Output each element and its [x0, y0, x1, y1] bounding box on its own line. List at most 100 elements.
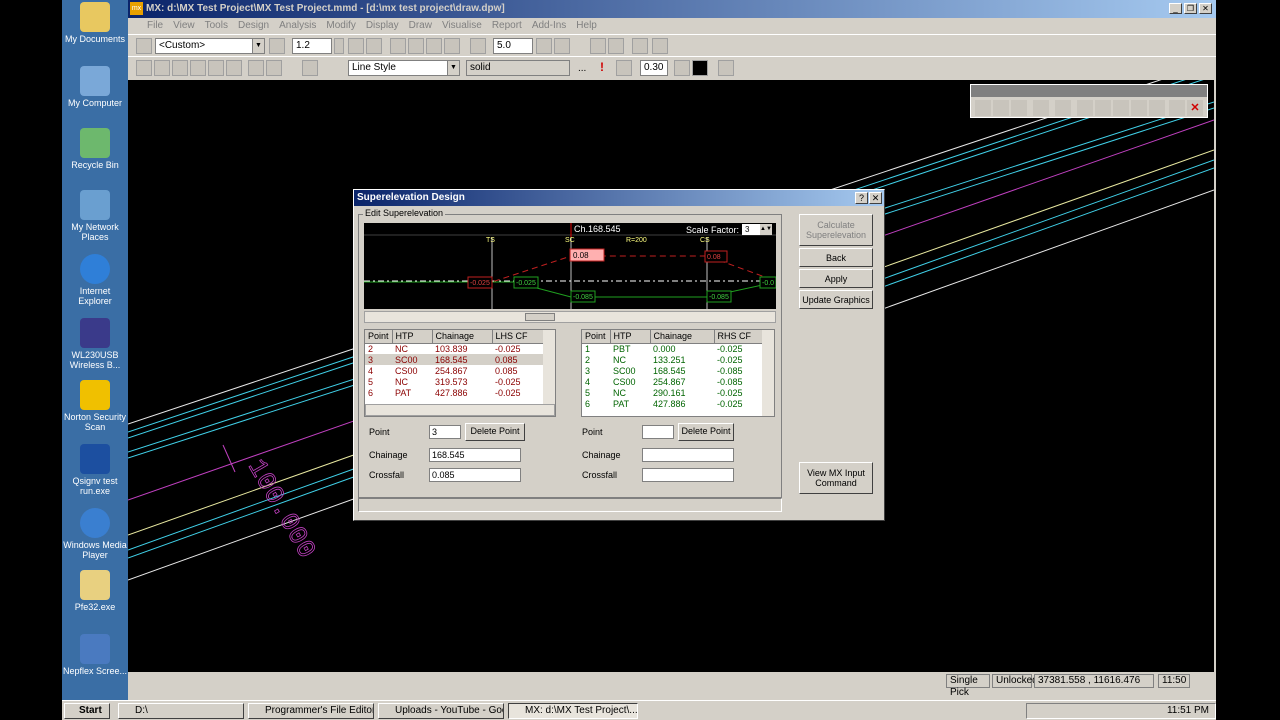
table-row[interactable]: 5 NC 319.573 -0.025	[365, 376, 546, 387]
superelevation-graph[interactable]: Ch.168.545 TS SC R=200 CS 0.08 -0.025 -0…	[364, 223, 776, 309]
desktop-icon-nepflex[interactable]: Nepflex Scree...	[62, 634, 128, 676]
graph-hscrollbar[interactable]	[364, 311, 776, 323]
tool-i-icon[interactable]	[1131, 100, 1147, 116]
menu-addins[interactable]: Add-Ins	[527, 18, 571, 33]
col-chainage[interactable]: Chainage	[650, 330, 715, 344]
menu-display[interactable]: Display	[361, 18, 404, 33]
spin-icon[interactable]	[334, 38, 344, 54]
close-icon[interactable]: ✕	[1187, 100, 1203, 116]
task-pfe[interactable]: Programmer's File Editor	[248, 703, 374, 719]
rhs-crossfall-field[interactable]	[642, 468, 734, 482]
col-lhs-cf[interactable]: LHS CF	[492, 330, 547, 344]
pen-icon[interactable]	[616, 60, 632, 76]
zoom-field[interactable]: 5.0	[493, 38, 533, 54]
menu-report[interactable]: Report	[487, 18, 527, 33]
zoom-in-icon[interactable]	[348, 38, 364, 54]
table-row[interactable]: 4 CS00 254.867 0.085	[365, 365, 546, 376]
start-button[interactable]: Start	[64, 703, 110, 719]
table-row[interactable]: 2 NC 133.251 -0.025	[582, 354, 762, 365]
zoom-out-icon[interactable]	[366, 38, 382, 54]
close-window-button[interactable]: ✕	[1199, 3, 1212, 14]
lhs-table-hscroll[interactable]	[365, 404, 555, 416]
more-options[interactable]: ...	[578, 63, 586, 74]
globe-icon[interactable]	[266, 60, 282, 76]
table-row[interactable]: 3 SC00 168.545 -0.085	[582, 365, 762, 376]
zoom-prev-icon[interactable]	[408, 38, 424, 54]
view2-icon[interactable]	[554, 38, 570, 54]
draw-tool-2-icon[interactable]	[154, 60, 170, 76]
tool-j-icon[interactable]	[1149, 100, 1165, 116]
table-row[interactable]: 6 PAT 427.886 -0.025	[365, 387, 546, 398]
view-mx-input-command-button[interactable]: View MX Input Command	[799, 462, 873, 494]
tool-h-icon[interactable]	[1113, 100, 1129, 116]
rhs-point-field[interactable]	[642, 425, 674, 439]
draw-tool-1-icon[interactable]	[136, 60, 152, 76]
minimize-button[interactable]: _	[1169, 3, 1182, 14]
lhs-crossfall-field[interactable]: 0.085	[429, 468, 521, 482]
rhs-delete-point-button[interactable]: Delete Point	[678, 423, 734, 441]
desktop-icon-wl230usb[interactable]: WL230USB Wireless B...	[62, 318, 128, 370]
draw-tool-4-icon[interactable]	[190, 60, 206, 76]
layer-icon[interactable]	[302, 60, 318, 76]
dialog-help-button[interactable]: ?	[855, 192, 868, 204]
scale-field[interactable]: 1.2	[292, 38, 332, 54]
desktop-icon-network[interactable]: My Network Places	[62, 190, 128, 242]
help-pointer-icon[interactable]	[1169, 100, 1185, 116]
scale-spin-icon[interactable]: ▲▼	[760, 224, 772, 235]
triangle-icon[interactable]	[652, 38, 668, 54]
desktop-icon-ie[interactable]: Internet Explorer	[62, 254, 128, 306]
col-htp[interactable]: HTP	[392, 330, 433, 344]
menu-tools[interactable]: Tools	[200, 18, 233, 33]
desktop-icon-qsignv[interactable]: Qsignv test run.exe	[62, 444, 128, 496]
lhs-point-field[interactable]: 3	[429, 425, 461, 439]
task-mx[interactable]: MX: d:\MX Test Project\...	[508, 703, 638, 719]
light-icon[interactable]	[632, 38, 648, 54]
draw-tool-3-icon[interactable]	[172, 60, 188, 76]
col-point[interactable]: Point	[582, 330, 611, 344]
tool-b-icon[interactable]	[993, 100, 1009, 116]
scroll-thumb[interactable]	[525, 313, 555, 321]
tool-c-icon[interactable]	[1011, 100, 1027, 116]
menu-modify[interactable]: Modify	[321, 18, 360, 33]
calculate-superelevation-button[interactable]: Calculate Superelevation	[799, 214, 873, 246]
desktop-icon-my-documents[interactable]: My Documents	[62, 2, 128, 44]
table-row[interactable]: 2 NC 103.839 -0.025	[365, 343, 546, 354]
rhs-table[interactable]: Point HTP Chainage RHS CF 1 PBT 0.000 -0.025 2…	[581, 329, 775, 417]
menu-help[interactable]: Help	[571, 18, 602, 33]
pan-icon[interactable]	[426, 38, 442, 54]
tool-d-icon[interactable]	[1033, 100, 1049, 116]
tool-a-icon[interactable]	[975, 100, 991, 116]
menu-file[interactable]: File	[142, 18, 168, 33]
update-graphics-button[interactable]: Update Graphics	[799, 290, 873, 309]
desktop-icon-norton[interactable]: Norton Security Scan	[62, 380, 128, 432]
view-icon[interactable]	[536, 38, 552, 54]
zoom-window-icon[interactable]	[390, 38, 406, 54]
table-row[interactable]: 1 PBT 0.000 -0.025	[582, 343, 762, 354]
menu-draw[interactable]: Draw	[404, 18, 437, 33]
scale-factor-field[interactable]: 3	[742, 224, 760, 235]
lhs-table[interactable]: Point HTP Chainage LHS CF 2 NC 103.839 -0.025 …	[364, 329, 556, 417]
refresh-icon[interactable]	[718, 60, 734, 76]
line-type-combo[interactable]: solid	[466, 60, 570, 76]
draw-tool-5-icon[interactable]	[208, 60, 224, 76]
col-htp[interactable]: HTP	[610, 330, 651, 344]
lhs-delete-point-button[interactable]: Delete Point	[465, 423, 525, 441]
line-width-field[interactable]: 0.30	[640, 60, 668, 76]
tool-e-icon[interactable]	[1055, 100, 1071, 116]
table-row-selected[interactable]: 3 SC00 168.545 0.085	[365, 354, 547, 365]
tool-g-icon[interactable]	[1095, 100, 1111, 116]
lhs-table-vscroll[interactable]	[543, 330, 555, 404]
menu-view[interactable]: View	[168, 18, 200, 33]
apply-button[interactable]: Apply	[799, 269, 873, 288]
tool-f-icon[interactable]	[1077, 100, 1093, 116]
box-icon[interactable]	[608, 38, 624, 54]
warning-icon[interactable]: !	[594, 60, 610, 76]
desktop-icon-pfe32[interactable]: Pfe32.exe	[62, 570, 128, 612]
col-point[interactable]: Point	[365, 330, 393, 344]
menu-analysis[interactable]: Analysis	[274, 18, 321, 33]
cube-icon[interactable]	[590, 38, 606, 54]
col-rhs-cf[interactable]: RHS CF	[714, 330, 763, 344]
rhs-table-vscroll[interactable]	[762, 330, 774, 416]
dialog-close-button[interactable]: ✕	[869, 192, 882, 204]
colour-pick-icon[interactable]	[674, 60, 690, 76]
